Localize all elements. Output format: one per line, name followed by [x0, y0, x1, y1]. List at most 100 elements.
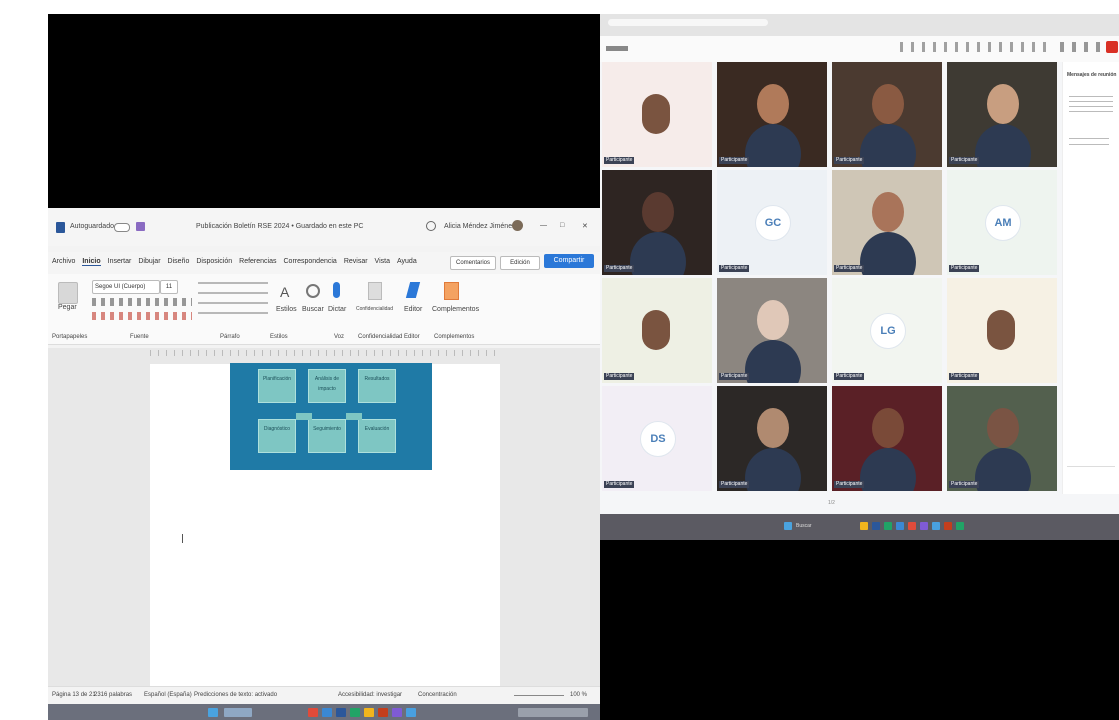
participant-tile[interactable]: Participante [832, 386, 942, 491]
tab-disposicion[interactable]: Disposición [196, 258, 232, 265]
tab-insertar[interactable]: Insertar [108, 258, 132, 265]
taskbar-app-icon[interactable] [860, 522, 868, 530]
font-color-icons[interactable] [92, 312, 192, 320]
text-predictions[interactable]: Predicciones de texto: activado [194, 692, 277, 698]
tab-dibujar[interactable]: Dibujar [138, 258, 160, 265]
participant-face [757, 300, 789, 340]
tab-inicio[interactable]: Inicio [82, 258, 101, 266]
taskbar-app-icon[interactable] [378, 708, 388, 717]
minimize-icon[interactable]: — [540, 222, 547, 229]
language[interactable]: Español (España) [144, 692, 192, 698]
participant-tile[interactable]: Participante [947, 278, 1057, 383]
windows-start-icon[interactable] [784, 522, 792, 530]
diagram-connector [346, 413, 362, 420]
leave-call-button[interactable] [1106, 41, 1118, 53]
taskbar-app-icon[interactable] [884, 522, 892, 530]
taskbar-app-icon[interactable] [956, 522, 964, 530]
word-app-icon[interactable] [56, 222, 65, 233]
addins-icon[interactable] [444, 282, 459, 300]
save-icon[interactable] [136, 222, 145, 231]
search-icon[interactable] [426, 221, 436, 231]
sensitivity-icon[interactable] [368, 282, 382, 300]
participant-tile[interactable]: Participante [717, 386, 827, 491]
accessibility[interactable]: Accesibilidad: investigar [338, 692, 402, 698]
share-button[interactable]: Compartir [544, 254, 594, 268]
document-diagram-image[interactable]: Planificación Análisis de impacto Result… [230, 363, 432, 470]
paragraph-icons[interactable] [198, 282, 268, 318]
message-input[interactable] [1067, 466, 1115, 475]
edit-mode-button[interactable]: Edición [500, 256, 540, 270]
meet-info-icon[interactable] [606, 46, 628, 51]
participant-name: Participante [949, 373, 980, 380]
participant-tile[interactable]: Participante [947, 62, 1057, 167]
word-count[interactable]: 2316 palabras [94, 692, 132, 698]
participant-tile[interactable]: LG Participante [832, 278, 942, 383]
browser-address-bar[interactable] [608, 19, 768, 26]
participant-tile[interactable]: Participante [832, 62, 942, 167]
taskbar-app-icon[interactable] [350, 708, 360, 717]
taskbar-app-icon[interactable] [322, 708, 332, 717]
font-name-select[interactable]: Segoe UI (Cuerpo) [92, 280, 160, 294]
participant-tile[interactable]: Participante [947, 386, 1057, 491]
page-count[interactable]: Página 13 de 21 [52, 692, 96, 698]
taskbar-app-icon[interactable] [364, 708, 374, 717]
tab-diseno[interactable]: Diseño [168, 258, 190, 265]
participant-tile[interactable]: DS Participante [602, 386, 712, 491]
participant-tile[interactable]: Participante [602, 278, 712, 383]
participant-tile[interactable]: Participante [832, 170, 942, 275]
message-lines [1069, 138, 1109, 150]
tab-referencias[interactable]: Referencias [239, 258, 276, 265]
participant-tile[interactable]: AM Participante [947, 170, 1057, 275]
participant-face [757, 408, 789, 448]
tab-revisar[interactable]: Revisar [344, 258, 368, 265]
meet-action-icons[interactable] [1060, 42, 1100, 52]
participant-tile[interactable]: Participante [602, 170, 712, 275]
taskbar-app-icon[interactable] [392, 708, 402, 717]
taskbar-search-icon[interactable] [224, 708, 252, 717]
zoom-level[interactable]: 100 % [570, 692, 587, 698]
participant-tile[interactable]: GC Participante [717, 170, 827, 275]
tab-vista[interactable]: Vista [375, 258, 390, 265]
participant-initials: LG [870, 313, 906, 349]
participant-tile[interactable]: Participante [717, 62, 827, 167]
dictate-icon[interactable] [333, 282, 340, 298]
grid-page-indicator[interactable]: 1/2 [828, 500, 835, 506]
focus-mode[interactable]: Concentración [418, 692, 457, 698]
close-icon[interactable]: ✕ [582, 222, 588, 230]
participant-tile[interactable]: Participante [717, 278, 827, 383]
meet-controls-icons[interactable] [900, 42, 1050, 52]
font-format-icons[interactable] [92, 298, 192, 306]
autosave-toggle[interactable] [114, 223, 130, 232]
taskbar-app-icon[interactable] [944, 522, 952, 530]
zoom-slider[interactable] [514, 695, 564, 696]
share-label: Compartir [553, 257, 585, 264]
taskbar-app-icon[interactable] [336, 708, 346, 717]
editor-icon[interactable] [405, 282, 421, 298]
comments-button[interactable]: Comentarios [450, 256, 496, 270]
taskbar-search-label[interactable]: Buscar [796, 523, 812, 529]
text-cursor [182, 534, 183, 543]
maximize-icon[interactable]: □ [560, 222, 564, 229]
find-icon[interactable] [306, 284, 320, 298]
taskbar-right: Buscar [600, 514, 1119, 540]
tab-correspondencia[interactable]: Correspondencia [284, 258, 337, 265]
font-size-select[interactable]: 11 [160, 280, 178, 294]
styles-icon[interactable]: A [280, 284, 294, 302]
document-title[interactable]: Publicación Boletín RSE 2024 • Guardado … [196, 223, 363, 230]
participant-tile[interactable]: Participante [602, 62, 712, 167]
taskbar-app-icon[interactable] [308, 708, 318, 717]
user-name[interactable]: Alicia Méndez Jiménez [444, 223, 516, 230]
taskbar-app-icon[interactable] [872, 522, 880, 530]
tab-archivo[interactable]: Archivo [52, 258, 75, 265]
user-avatar[interactable] [512, 220, 523, 231]
taskbar-app-icon[interactable] [908, 522, 916, 530]
taskbar-app-icon[interactable] [920, 522, 928, 530]
paste-icon[interactable] [58, 282, 78, 304]
taskbar-app-icon[interactable] [896, 522, 904, 530]
participant-avatar [987, 310, 1015, 350]
tab-ayuda[interactable]: Ayuda [397, 258, 417, 265]
taskbar-app-icon[interactable] [932, 522, 940, 530]
taskbar-app-icon[interactable] [406, 708, 416, 717]
windows-start-icon[interactable] [208, 708, 218, 717]
system-tray[interactable] [518, 708, 588, 717]
